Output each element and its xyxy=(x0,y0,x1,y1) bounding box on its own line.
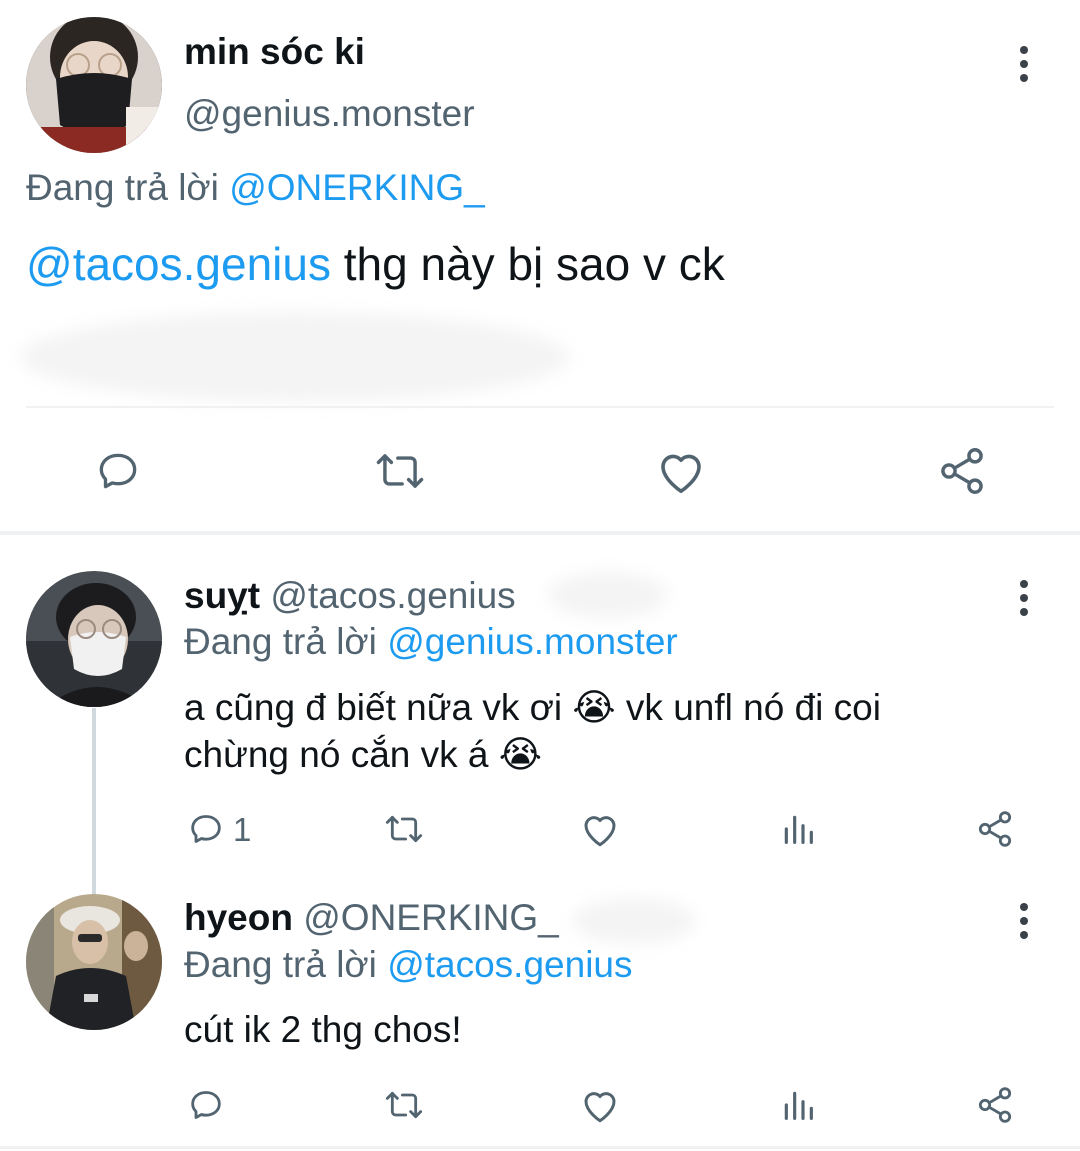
bottom-separator xyxy=(0,1146,1080,1149)
section-separator xyxy=(0,531,1080,535)
like-icon[interactable] xyxy=(579,808,621,850)
replying-prefix: Đang trả lời xyxy=(184,944,377,985)
main-more-icon[interactable] xyxy=(1019,46,1029,88)
tweet-body: thg này bị sao v ck xyxy=(330,238,725,290)
reply2-display-name[interactable]: hyeon xyxy=(184,897,293,938)
retweet-icon[interactable] xyxy=(372,445,428,497)
views-icon[interactable] xyxy=(778,808,818,850)
like-icon[interactable] xyxy=(654,445,708,497)
replying-prefix: Đang trả lời xyxy=(26,167,219,208)
like-icon[interactable] xyxy=(579,1084,621,1126)
mention-link[interactable]: @tacos.genius xyxy=(26,238,331,290)
reply2-more-icon[interactable] xyxy=(1019,903,1029,945)
reply-icon[interactable] xyxy=(186,808,226,850)
reply2-header: hyeon @ONERKING_ xyxy=(184,896,559,940)
redaction-blur xyxy=(572,898,696,944)
reply1-display-name[interactable]: suỵt xyxy=(184,575,260,616)
reply1-text-line2: chừng nó cắn vk á 😭 xyxy=(184,734,543,775)
reply1-text-line1: a cũng đ biết nữa vk ơi 😭 vk unfl nó đi … xyxy=(184,687,881,728)
avatar-photo xyxy=(26,571,162,707)
reply2-handle[interactable]: @ONERKING_ xyxy=(303,897,559,938)
replying-to-link[interactable]: @genius.monster xyxy=(387,621,678,662)
reply1-handle[interactable]: @tacos.genius xyxy=(270,575,515,616)
share-icon[interactable] xyxy=(936,445,988,497)
reply2-text: cút ik 2 thg chos! xyxy=(184,1009,462,1050)
reply1-more-icon[interactable] xyxy=(1019,580,1029,622)
thread-line xyxy=(92,708,96,894)
avatar-photo xyxy=(26,17,162,153)
retweet-icon[interactable] xyxy=(382,808,426,850)
redaction-blur xyxy=(548,572,668,618)
replying-to-link[interactable]: @tacos.genius xyxy=(387,944,632,985)
reply1-header: suỵt @tacos.genius xyxy=(184,574,516,618)
main-display-name[interactable]: min sóc ki xyxy=(184,30,365,74)
reply1-text: a cũng đ biết nữa vk ơi 😭 vk unfl nó đi … xyxy=(184,684,881,778)
main-handle[interactable]: @genius.monster xyxy=(184,92,475,136)
reply2-replying-line: Đang trả lời @tacos.genius xyxy=(184,943,633,987)
retweet-icon[interactable] xyxy=(382,1084,426,1126)
reply1-replying-line: Đang trả lời @genius.monster xyxy=(184,620,678,664)
reply1-reply-count: 1 xyxy=(233,811,252,848)
reply1-avatar[interactable] xyxy=(26,571,162,707)
share-icon[interactable] xyxy=(974,808,1016,850)
redaction-blur xyxy=(20,312,570,402)
reply2-avatar[interactable] xyxy=(26,894,162,1030)
replying-prefix: Đang trả lời xyxy=(184,621,377,662)
main-divider xyxy=(26,406,1054,408)
views-icon[interactable] xyxy=(778,1084,818,1126)
share-icon[interactable] xyxy=(974,1084,1016,1126)
avatar-photo xyxy=(26,894,162,1030)
reply-icon[interactable] xyxy=(92,445,144,497)
reply-icon[interactable] xyxy=(186,1084,226,1126)
replying-to-link[interactable]: @ONERKING_ xyxy=(229,167,485,208)
main-avatar[interactable] xyxy=(26,17,162,153)
main-tweet-text: @tacos.genius thg này bị sao v ck xyxy=(26,236,725,292)
main-replying-line: Đang trả lời @ONERKING_ xyxy=(26,166,485,210)
